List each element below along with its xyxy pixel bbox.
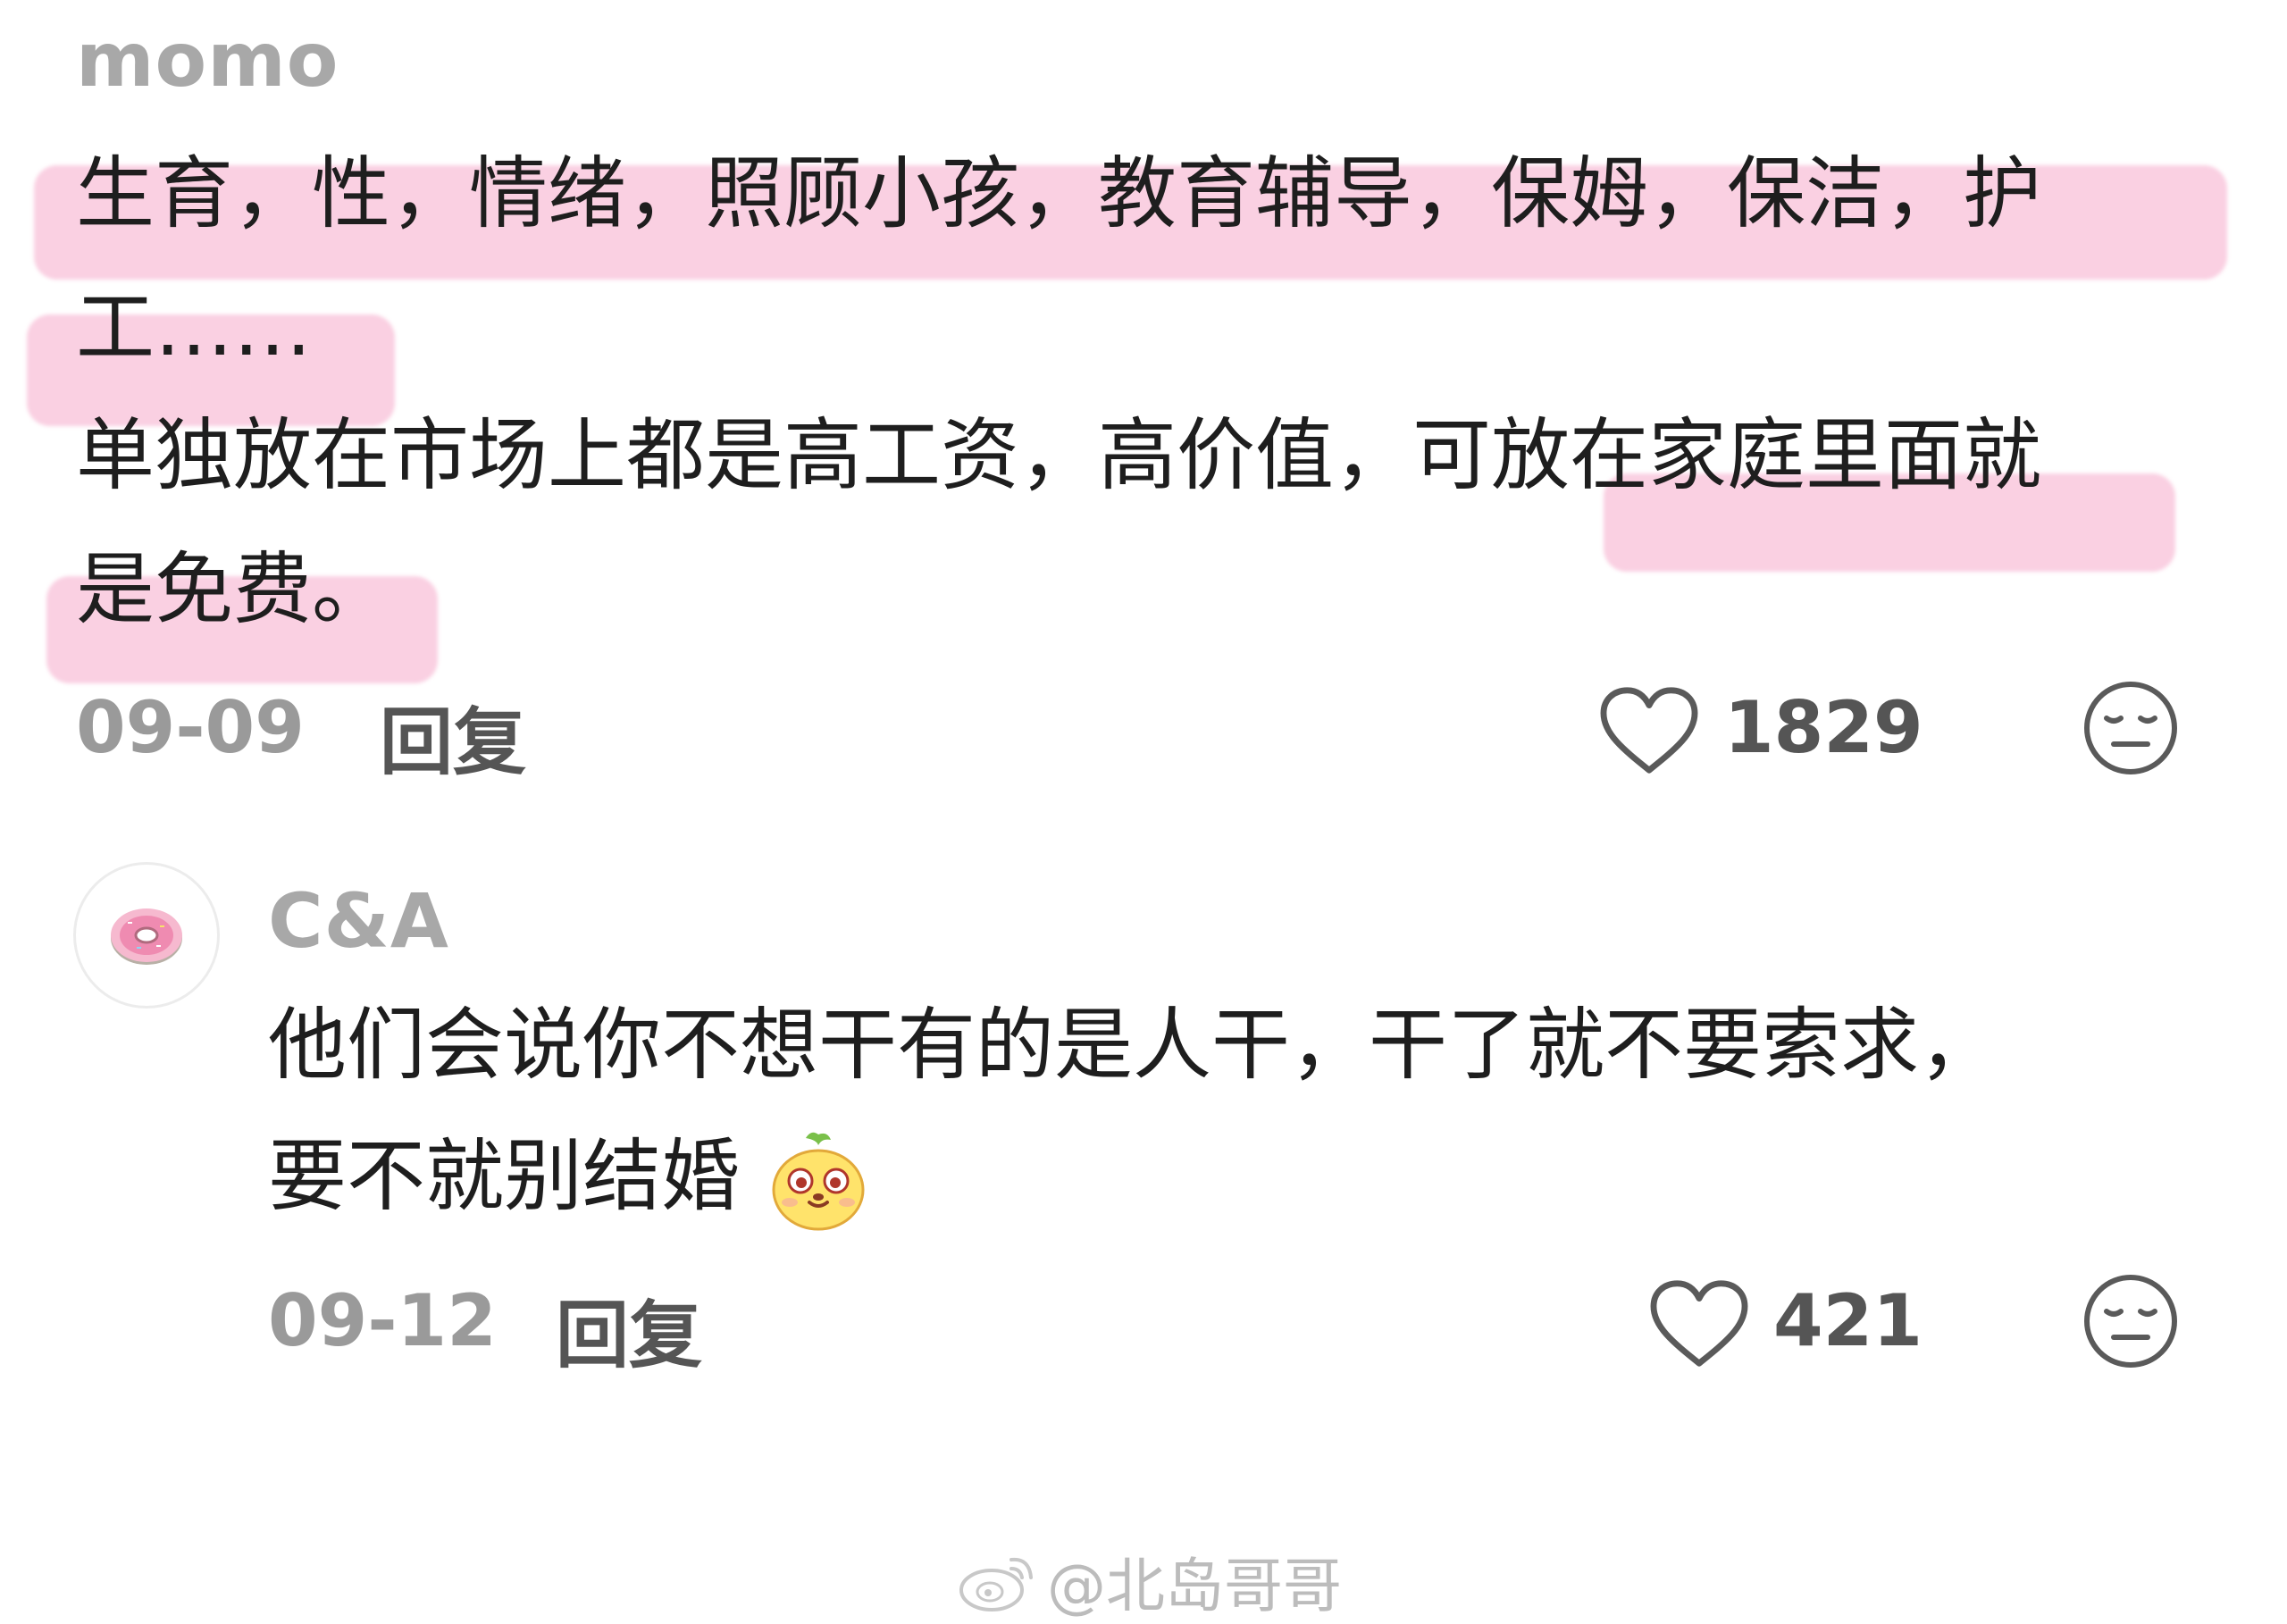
user-avatar[interactable] xyxy=(73,862,220,1009)
like-count: 1829 xyxy=(1724,686,1923,769)
like-count: 421 xyxy=(1773,1279,1923,1362)
neutral-face-icon[interactable] xyxy=(2082,1272,2180,1370)
comment-text-line: 单独放在市场上都是高工资，高价值，可放在家庭里面就 xyxy=(76,409,2042,501)
comment-date: 09-09 xyxy=(76,686,305,769)
comment-item: C&A 他们会说你不想干有的是人干，干了就不要索求， 要不就别结婚 09-12 … xyxy=(0,840,2287,1411)
watermark: @北岛哥哥 xyxy=(956,1545,1342,1620)
heart-outline-icon[interactable] xyxy=(1596,684,1702,777)
comment-text-line: 工…… xyxy=(76,281,313,373)
comment-date: 09-12 xyxy=(268,1279,497,1362)
comment-text-span: 要不就别结婚 xyxy=(268,1130,741,1222)
comment-text-line: 是免费。 xyxy=(76,543,391,635)
comment-text-line: 生育，性，情绪，照顾小孩，教育辅导，保姆，保洁，护 xyxy=(76,147,2042,239)
weibo-logo-icon xyxy=(959,1557,1033,1611)
reply-button[interactable]: 回复 xyxy=(556,1276,702,1382)
comment-item: momo 生育，性，情绪，照顾小孩，教育辅导，保姆，保洁，护 工…… 单独放在市… xyxy=(0,0,2287,804)
comment-meta-row: 09-09 回复 1829 xyxy=(0,679,2287,785)
reply-button[interactable]: 回复 xyxy=(380,682,526,789)
heart-outline-icon[interactable] xyxy=(1646,1277,1752,1370)
donut-avatar xyxy=(111,908,182,965)
neutral-face-icon[interactable] xyxy=(2082,679,2180,777)
comment-username[interactable]: momo xyxy=(76,16,339,104)
comment-meta-row: 09-12 回复 421 xyxy=(0,1272,2287,1378)
comment-text-line: 要不就别结婚 xyxy=(268,1127,870,1235)
watermark-text: @北岛哥哥 xyxy=(1047,1552,1342,1620)
comment-username[interactable]: C&A xyxy=(268,877,449,965)
comment-text-line: 他们会说你不想干有的是人干，干了就不要索求， xyxy=(268,999,1998,1091)
yellow-dog-emoji xyxy=(772,1132,865,1231)
